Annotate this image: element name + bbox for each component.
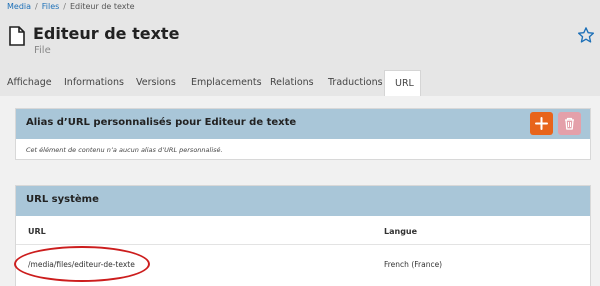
tab-informations[interactable]: Informations <box>64 70 124 96</box>
url-alias-panel: Alias d’URL personnalisés pour Editeur d… <box>15 108 591 160</box>
tab-emplacements[interactable]: Emplacements <box>191 70 262 96</box>
breadcrumb-separator: / <box>35 2 38 11</box>
tab-url[interactable]: URL <box>384 70 421 96</box>
tab-versions[interactable]: Versions <box>136 70 176 96</box>
system-url-panel: URL système URL Langue /media/files/edit… <box>15 185 591 286</box>
breadcrumb-separator: / <box>63 2 66 11</box>
url-alias-panel-title: Alias d’URL personnalisés pour Editeur d… <box>26 117 297 128</box>
url-alias-panel-header: Alias d’URL personnalisés pour Editeur d… <box>16 109 590 139</box>
no-alias-message: Cet élément de contenu n’a aucun alias d… <box>26 146 223 154</box>
tab-affichage[interactable]: Affichage <box>7 70 52 96</box>
tab-relations[interactable]: Relations <box>270 70 314 96</box>
system-url-value: /media/files/editeur-de-texte <box>28 260 135 269</box>
breadcrumb: Media / Files / Editeur de texte <box>7 2 135 11</box>
page-title: Editeur de texte <box>33 24 180 43</box>
page-subtitle: File <box>34 45 51 56</box>
column-header-url: URL <box>28 227 46 236</box>
table-divider <box>16 244 590 245</box>
star-icon[interactable] <box>577 26 595 44</box>
breadcrumb-current: Editeur de texte <box>70 2 135 11</box>
page-header: Media / Files / Editeur de texte Editeur de … <box>0 0 600 96</box>
tab-traductions[interactable]: Traductions <box>328 70 383 96</box>
delete-alias-button[interactable] <box>558 112 581 135</box>
column-header-language: Langue <box>384 227 418 236</box>
file-icon <box>9 26 25 46</box>
system-url-panel-header: URL système <box>16 186 590 216</box>
plus-icon <box>535 117 548 130</box>
breadcrumb-files[interactable]: Files <box>42 2 60 11</box>
add-alias-button[interactable] <box>530 112 553 135</box>
breadcrumb-media[interactable]: Media <box>7 2 31 11</box>
trash-icon <box>565 117 574 130</box>
system-url-panel-title: URL système <box>26 194 99 205</box>
system-url-language: French (France) <box>384 260 443 269</box>
